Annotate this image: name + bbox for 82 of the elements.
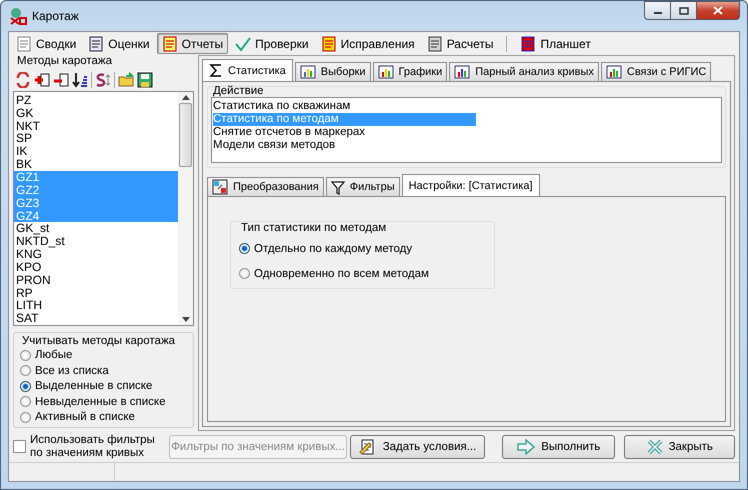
list-item[interactable]: Модели связи методов (213, 139, 476, 152)
group-title: Учитывать методы каротажа (21, 335, 176, 348)
save-icon[interactable] (137, 72, 153, 88)
list-item[interactable]: PZ (14, 94, 178, 107)
toolbar-button[interactable]: Расчеты (422, 33, 498, 54)
document-icon (520, 36, 536, 52)
sort-icon[interactable] (72, 72, 88, 88)
chart-icon (606, 64, 622, 80)
list-item[interactable]: LITH (14, 299, 178, 312)
push-button[interactable]: Задать условия... (350, 434, 485, 458)
document-icon (16, 36, 32, 52)
tab[interactable]: Статистика (202, 59, 293, 81)
tab[interactable]: Графики (372, 62, 448, 81)
list-item[interactable]: Снятие отсчетов в маркерах (213, 126, 476, 139)
chart-icon (300, 64, 316, 80)
checkbox[interactable]: Использовать фильтры по значениям кривых (13, 434, 170, 459)
radio-option[interactable]: Отдельно по каждому методу (239, 236, 486, 261)
document-icon (426, 36, 443, 52)
document-icon (162, 36, 178, 52)
toolbar-button[interactable]: Исправления (316, 33, 420, 54)
push-button[interactable]: Выполнить (502, 434, 616, 458)
toolbar-button[interactable]: Планшет (515, 33, 596, 54)
chart-icon (454, 64, 470, 80)
radio-option[interactable]: Выделенные в списке (20, 378, 187, 394)
tab[interactable]: Настройки: [Статистика] (402, 174, 540, 196)
list-item[interactable]: NKT (14, 120, 178, 132)
close-icon (713, 6, 723, 15)
tab[interactable]: Фильтры (326, 177, 400, 196)
app-icon (9, 7, 27, 25)
group-title: Тип статистики по методам (240, 222, 388, 234)
folder-icon[interactable] (118, 72, 134, 88)
select-icon[interactable] (95, 72, 111, 88)
add-row-icon[interactable] (34, 72, 50, 88)
chart-icon (378, 64, 394, 80)
list-item[interactable]: RP (14, 286, 178, 300)
toolbar-button[interactable]: Сводки (11, 33, 82, 54)
group-title: Действие (212, 85, 265, 97)
radio-option[interactable]: Активный в списке (20, 409, 187, 425)
list-item[interactable]: GK_st (14, 222, 178, 236)
tab[interactable]: Преобразования (207, 177, 324, 196)
list-item[interactable]: KPO (14, 260, 178, 274)
scroll-thumb[interactable] (179, 102, 192, 167)
minimize-button[interactable] (644, 1, 671, 20)
list-item[interactable]: SP (14, 132, 178, 146)
window-title: Каротаж (32, 9, 79, 23)
tab[interactable]: Парный анализ кривых (449, 62, 599, 81)
list-item[interactable]: NKTD_st (14, 235, 178, 248)
maximize-icon (678, 6, 688, 14)
radio-option[interactable]: Одновременно по всем методам (239, 261, 486, 286)
radio-option[interactable]: Любые (20, 347, 187, 363)
toolbar-button[interactable]: Отчеты (156, 33, 228, 54)
scroll-up-icon[interactable] (182, 94, 190, 100)
scrollbar[interactable] (178, 92, 193, 326)
document-icon (88, 36, 104, 52)
toolbar-button[interactable]: Проверки (230, 33, 314, 54)
remove-row-icon[interactable] (53, 72, 69, 88)
list-item[interactable]: GK (14, 106, 178, 120)
scroll-down-icon[interactable] (182, 317, 190, 322)
list-item[interactable]: IK (14, 145, 178, 158)
list-item[interactable]: BK (14, 158, 178, 171)
list-item[interactable]: KNG (14, 248, 178, 261)
filter-icon (330, 180, 345, 194)
methods-list[interactable]: PZ GK NKT SP IK BK GZ1 GZ2 GZ3 GZ4 GK_st NKTD_st KNG KPO PRON RP LITH SAT (13, 90, 194, 326)
radio-option[interactable]: Все из списка (20, 362, 187, 378)
refresh-icon[interactable] (15, 72, 31, 88)
document-icon (320, 36, 337, 52)
maximize-button[interactable] (670, 1, 697, 20)
push-button[interactable]: Закрыть (624, 434, 735, 458)
list-item[interactable]: SAT (14, 312, 178, 326)
action-list[interactable]: Статистика по скважинам Статистика по методам Снятие отсчетов в маркерах Модели связи методов (211, 97, 722, 163)
arrow-right-icon (517, 438, 536, 454)
list-item[interactable]: Статистика по скважинам (213, 100, 476, 113)
checkmark-icon (235, 36, 252, 52)
close-button[interactable] (696, 1, 740, 20)
radio-option[interactable]: Невыделенные в списке (20, 394, 187, 410)
toolbar-button[interactable]: Оценки (83, 33, 155, 54)
tab[interactable]: Связи с РИГИС (600, 62, 712, 81)
list-item[interactable]: PRON (14, 274, 178, 287)
group-title: Методы каротажа (16, 55, 114, 69)
sigma-icon (209, 63, 223, 78)
close-icon (646, 438, 663, 454)
tab[interactable]: Выборки (294, 62, 371, 81)
